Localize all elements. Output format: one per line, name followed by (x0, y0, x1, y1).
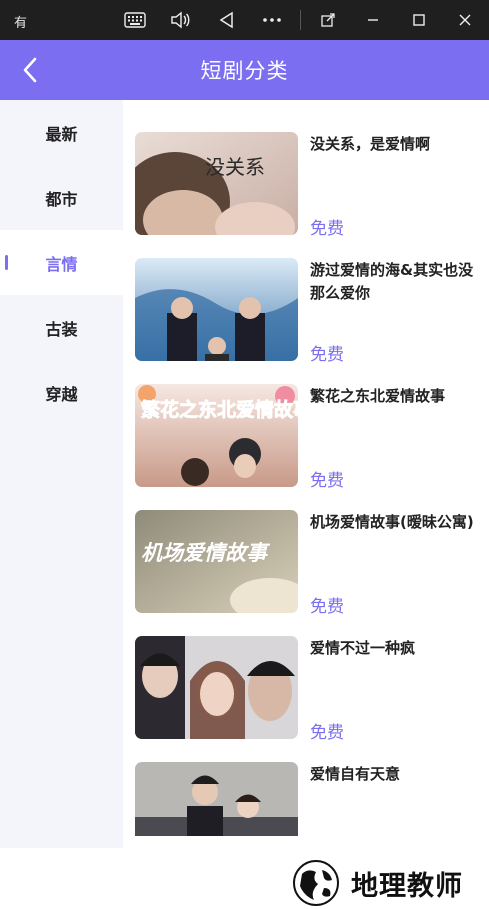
title-bar-divider (300, 10, 301, 30)
drama-title: 爱情不过一种疯 (310, 639, 416, 657)
drama-price: 免费 (310, 723, 344, 743)
drama-item[interactable]: 游过爱情的海&其实也没那么爱你 免费 (135, 258, 475, 365)
watermark-text: 地理教师 (351, 871, 463, 902)
restore-icon[interactable] (316, 8, 340, 32)
page-title: 短剧分类 (200, 59, 289, 83)
drama-title: 繁花之东北爱情故事 (310, 387, 446, 405)
drama-item[interactable]: 机场爱情故事 机场爱情故事(暧昧公寓) 免费 (135, 510, 475, 617)
drama-cover (135, 258, 298, 361)
drama-item[interactable]: 爱情不过一种疯 免费 (135, 636, 475, 743)
sidebar-item-costume[interactable]: 古装 (0, 295, 123, 360)
maximize-icon[interactable] (407, 8, 431, 32)
watermark: 地理教师 (288, 858, 488, 908)
back-triangle-icon[interactable] (214, 8, 238, 32)
drama-title: 没关系，是爱情啊 (310, 135, 431, 153)
drama-price: 免费 (310, 345, 344, 365)
globe-logo-icon (293, 860, 339, 906)
window-title: 有 (14, 16, 28, 31)
drama-price: 免费 (310, 597, 344, 617)
drama-cover (135, 636, 298, 739)
drama-title: 机场爱情故事(暧昧公寓) (310, 513, 474, 531)
drama-list: 没关系 没关系，是爱情啊 免费 游过爱情的海&其实也没那么爱你 免费 繁花之东北… (123, 100, 489, 836)
sidebar-item-urban[interactable]: 都市 (0, 165, 123, 230)
drama-item[interactable]: 繁花之东北爱情故事 繁花之东北爱情故事 免费 (135, 384, 475, 491)
more-icon[interactable] (260, 8, 284, 32)
drama-item[interactable]: 没关系 没关系，是爱情啊 免费 (135, 132, 475, 239)
drama-price: 免费 (310, 219, 344, 239)
cover-title-text: 没关系 (205, 155, 265, 179)
cover-title-text: 繁花之东北爱情故事 (141, 398, 298, 421)
drama-price: 免费 (310, 471, 344, 491)
sidebar-item-time-travel[interactable]: 穿越 (0, 360, 123, 425)
window-title-bar: 有 (0, 0, 489, 40)
app-header: 短剧分类 (0, 40, 489, 100)
minimize-icon[interactable] (361, 8, 385, 32)
sidebar-item-latest[interactable]: 最新 (0, 100, 123, 165)
volume-icon[interactable] (168, 8, 192, 32)
drama-title: 游过爱情的海&其实也没那么爱你 (310, 261, 474, 302)
close-icon[interactable] (453, 8, 477, 32)
drama-cover: 繁花之东北爱情故事 (135, 384, 298, 487)
cover-title-text: 机场爱情故事 (141, 541, 271, 565)
drama-item[interactable]: 爱情自有天意 (135, 762, 475, 836)
drama-cover (135, 762, 298, 836)
keyboard-icon[interactable] (123, 8, 147, 32)
drama-cover: 机场爱情故事 (135, 510, 298, 613)
sidebar-item-romance[interactable]: 言情 (0, 230, 123, 295)
drama-title: 爱情自有天意 (310, 765, 401, 783)
category-sidebar: 最新 都市 言情 古装 穿越 (0, 100, 123, 848)
drama-cover: 没关系 (135, 132, 298, 235)
